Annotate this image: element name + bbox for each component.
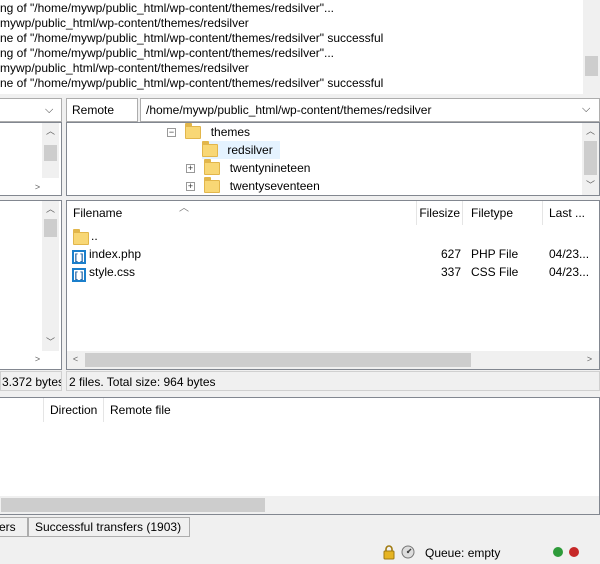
remote-directory-tree[interactable]: − themes redsilver + twentynineteen + tw…	[66, 122, 600, 196]
table-row[interactable]: ..	[67, 226, 599, 246]
chevron-down-icon[interactable]: ⌵	[45, 104, 53, 117]
tab-successful-transfers[interactable]: Successful transfers (1903)	[28, 517, 190, 537]
column-header-filename[interactable]: Filename	[67, 201, 417, 225]
file-name: ..	[91, 229, 98, 243]
column-header-filetype[interactable]: Filetype	[463, 201, 543, 225]
remote-file-list[interactable]: ︿ Filename Filesize Filetype Last ... ..…	[66, 200, 600, 370]
message-log[interactable]: ng of "/home/mywp/public_html/wp-content…	[0, 0, 600, 94]
collapse-icon[interactable]: −	[167, 128, 176, 138]
expand-icon[interactable]: +	[186, 164, 195, 174]
log-line: ne of "/home/mywp/public_html/wp-content…	[0, 31, 384, 45]
tree-item-label: twentynineteen	[229, 161, 311, 175]
scroll-right-icon[interactable]: >	[581, 351, 598, 368]
remote-list-hscrollbar[interactable]: < >	[67, 351, 599, 369]
transfer-queue[interactable]: Direction Remote file	[0, 397, 600, 515]
folder-icon	[204, 159, 221, 176]
file-size: 627	[440, 247, 461, 261]
local-tree-scrollbar[interactable]: ︿	[42, 123, 59, 178]
file-icon: [ ]	[72, 249, 86, 264]
file-icon: [ ]	[72, 267, 86, 282]
scroll-down-icon[interactable]: ﹀	[42, 334, 59, 351]
remote-site-label: Remote site:	[66, 98, 138, 139]
table-row[interactable]: [ ] style.css 337 CSS File 04/23...	[67, 263, 599, 282]
scroll-up-icon[interactable]: ︿	[582, 123, 599, 140]
remote-site-combo[interactable]: /home/mywp/public_html/wp-content/themes…	[140, 98, 600, 122]
tree-item-label: redsilver	[227, 143, 273, 157]
folder-icon	[204, 177, 221, 194]
column-header-remote-file[interactable]: Remote file	[103, 398, 223, 422]
local-list-scrollbar-thumb[interactable]	[44, 219, 57, 237]
local-file-list[interactable]: ︿ ﹀ >	[0, 200, 62, 370]
remote-tree-scrollbar[interactable]: ︿ ﹀	[582, 123, 599, 195]
scroll-left-icon[interactable]: <	[67, 351, 84, 368]
queue-hscrollbar[interactable]	[0, 496, 599, 514]
tree-item-twentynineteen[interactable]: + twentynineteen	[186, 159, 310, 177]
local-list-scrollbar[interactable]: ︿ ﹀	[42, 201, 59, 351]
queue-status: Queue: empty	[425, 546, 501, 560]
file-modified: 04/23...	[549, 247, 590, 261]
log-line: ng of "/home/mywp/public_html/wp-content…	[0, 46, 334, 60]
file-size: 337	[440, 265, 461, 279]
remote-site-path[interactable]: /home/mywp/public_html/wp-content/themes…	[146, 103, 431, 117]
tree-item-themes[interactable]: − themes	[167, 123, 250, 141]
column-header-direction[interactable]: Direction	[43, 398, 103, 422]
local-directory-tree[interactable]: ︿ >	[0, 122, 62, 196]
receive-indicator-icon	[553, 547, 563, 557]
file-name: style.css	[89, 265, 136, 279]
log-scrollbar-thumb[interactable]	[585, 56, 598, 76]
chevron-down-icon[interactable]: ⌵	[582, 103, 590, 116]
tab-failed-transfers[interactable]: ers	[0, 517, 28, 537]
log-line: mywp/public_html/wp-content/themes/redsi…	[0, 61, 249, 75]
scroll-right-icon[interactable]: >	[29, 351, 46, 368]
folder-icon	[73, 229, 89, 246]
send-indicator-icon	[569, 547, 579, 557]
column-header-filesize[interactable]: Filesize	[417, 201, 463, 225]
tree-item-label: twentyseventeen	[229, 179, 320, 193]
tree-item-label: themes	[210, 125, 251, 139]
status-bar: Queue: empty	[0, 541, 600, 564]
table-row[interactable]: [ ] index.php 627 PHP File 04/23...	[67, 245, 599, 264]
folder-icon	[185, 123, 202, 140]
tree-item-twentyseventeen[interactable]: + twentyseventeen	[186, 177, 320, 195]
file-modified: 04/23...	[549, 265, 590, 279]
log-scrollbar[interactable]	[583, 0, 600, 94]
lock-icon	[382, 544, 396, 560]
remote-list-hscrollbar-thumb[interactable]	[85, 353, 471, 367]
file-name: index.php	[89, 247, 142, 261]
local-tree-scrollbar-thumb[interactable]	[44, 145, 57, 161]
local-site-combo[interactable]: ⌵	[0, 98, 62, 122]
folder-icon	[202, 141, 218, 158]
remote-status: 2 files. Total size: 964 bytes	[66, 371, 600, 391]
tree-item-redsilver[interactable]: redsilver	[202, 141, 280, 159]
scroll-up-icon[interactable]: ︿	[42, 201, 59, 218]
log-line: mywp/public_html/wp-content/themes/redsi…	[0, 16, 249, 30]
speed-limit-icon[interactable]	[401, 545, 415, 559]
scroll-right-icon[interactable]: >	[29, 179, 46, 196]
file-type: CSS File	[471, 265, 519, 279]
log-line: ng of "/home/mywp/public_html/wp-content…	[0, 1, 334, 15]
scroll-down-icon[interactable]: ﹀	[582, 177, 599, 194]
file-type: PHP File	[471, 247, 519, 261]
log-line: ne of "/home/mywp/public_html/wp-content…	[0, 76, 384, 90]
scroll-up-icon[interactable]: ︿	[42, 123, 59, 140]
remote-tree-scrollbar-thumb[interactable]	[584, 141, 597, 175]
expand-icon[interactable]: +	[186, 182, 195, 192]
queue-hscrollbar-thumb[interactable]	[1, 498, 265, 512]
column-header-last-modified[interactable]: Last ...	[543, 201, 599, 225]
local-status: 3.372 bytes	[0, 371, 62, 391]
